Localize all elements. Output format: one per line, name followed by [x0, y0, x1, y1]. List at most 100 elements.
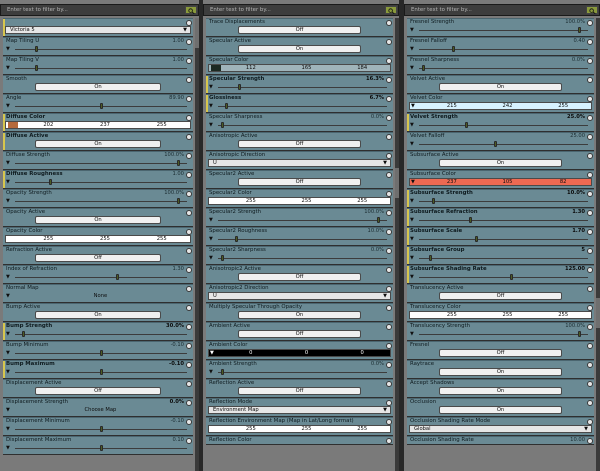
property-value[interactable]: 16.3%: [366, 76, 384, 83]
color-channel-value[interactable]: 82: [535, 179, 591, 185]
color-channel-value[interactable]: 255: [133, 236, 190, 242]
color-picker[interactable]: ▼ 237 105 82: [409, 178, 592, 186]
value-slider[interactable]: ▼: [5, 368, 191, 376]
toggle-button[interactable]: On: [35, 140, 161, 148]
slider-knob[interactable]: [177, 160, 181, 166]
value-slider[interactable]: ▼: [208, 235, 391, 243]
slider-knob[interactable]: [99, 426, 103, 432]
expand-arrow-icon[interactable]: ▼: [410, 198, 414, 204]
value-slider[interactable]: ▼: [5, 45, 191, 53]
expand-arrow-icon[interactable]: ▼: [209, 122, 213, 128]
expand-arrow-icon[interactable]: ▼: [6, 160, 10, 166]
expand-arrow-icon[interactable]: ▼: [410, 255, 414, 261]
toggle-button[interactable]: Off: [439, 349, 562, 357]
slider-knob[interactable]: [578, 27, 582, 33]
expand-arrow-icon[interactable]: ▼: [6, 350, 10, 356]
property-value[interactable]: 0.0%: [170, 399, 184, 406]
slider-knob[interactable]: [99, 445, 103, 451]
toggle-button[interactable]: Off: [35, 254, 161, 262]
value-slider[interactable]: ▼: [208, 254, 391, 262]
value-slider[interactable]: ▼: [409, 64, 592, 72]
color-channel-value[interactable]: 237: [77, 122, 134, 128]
property-value[interactable]: 25.00: [570, 133, 585, 140]
toggle-button[interactable]: On: [439, 159, 562, 167]
property-value[interactable]: 10.0%: [567, 190, 585, 197]
toggle-button[interactable]: On: [439, 83, 562, 91]
slider-knob[interactable]: [422, 65, 426, 71]
slider-knob[interactable]: [99, 103, 103, 109]
property-value[interactable]: 100.0%: [364, 209, 384, 216]
slider-knob[interactable]: [224, 103, 228, 109]
color-swatch[interactable]: [412, 312, 422, 318]
color-channel-value[interactable]: 202: [20, 122, 77, 128]
expand-arrow-icon[interactable]: ▼: [410, 46, 414, 52]
property-value[interactable]: 0.0%: [371, 247, 384, 254]
color-picker[interactable]: ▼ 0 0 0: [208, 349, 391, 357]
expand-arrow-icon[interactable]: ▼: [209, 103, 213, 109]
color-channel-value[interactable]: 255: [20, 236, 77, 242]
slider-knob[interactable]: [452, 46, 456, 52]
property-options-icon[interactable]: [386, 438, 392, 444]
filter-search-icon[interactable]: [185, 6, 197, 14]
property-value[interactable]: 25.0%: [567, 114, 585, 121]
expand-arrow-icon[interactable]: ▼: [6, 445, 10, 451]
toggle-button[interactable]: Off: [439, 292, 562, 300]
color-channel-value[interactable]: 255: [133, 122, 190, 128]
toggle-button[interactable]: Off: [238, 330, 361, 338]
value-slider[interactable]: ▼: [5, 330, 191, 338]
color-channel-value[interactable]: 215: [424, 103, 480, 109]
toggle-button[interactable]: Off: [238, 273, 361, 281]
property-value[interactable]: 100.0%: [164, 152, 184, 159]
expand-arrow-icon[interactable]: ▼: [6, 369, 10, 375]
dropdown-select[interactable]: Victoria 5 ▼: [5, 26, 191, 34]
color-channel-value[interactable]: 255: [424, 312, 480, 318]
property-value[interactable]: 89.90: [169, 95, 184, 102]
value-slider[interactable]: ▼: [208, 368, 391, 376]
dropdown-select[interactable]: Global ▼: [409, 425, 592, 433]
color-picker[interactable]: 255 255 255: [409, 311, 592, 319]
dropdown-select[interactable]: Environment Map ▼: [208, 406, 391, 414]
scrollbar-thumb[interactable]: [395, 168, 399, 198]
toggle-button[interactable]: On: [35, 83, 161, 91]
property-value[interactable]: 0.0%: [371, 114, 384, 121]
dropdown-select[interactable]: U ▼: [208, 159, 391, 167]
expand-arrow-icon[interactable]: ▼: [410, 65, 414, 71]
slider-knob[interactable]: [48, 179, 52, 185]
slider-knob[interactable]: [177, 198, 181, 204]
color-picker[interactable]: 255 255 255: [208, 425, 391, 433]
scrollbar[interactable]: [395, 18, 399, 471]
value-slider[interactable]: ▼: [5, 178, 191, 186]
property-value[interactable]: 100.0%: [565, 323, 585, 330]
filter-input[interactable]: Enter text to filter by...: [411, 7, 472, 13]
property-value[interactable]: 10.0%: [368, 228, 384, 235]
expand-arrow-icon[interactable]: ▼: [6, 331, 10, 337]
filter-input[interactable]: Enter text to filter by...: [210, 7, 271, 13]
property-value[interactable]: 0.0%: [572, 57, 585, 64]
color-channel-value[interactable]: 0: [279, 350, 335, 356]
value-slider[interactable]: ▼: [208, 102, 391, 110]
value-slider[interactable]: ▼: [409, 254, 592, 262]
value-slider[interactable]: ▼: [409, 26, 592, 34]
color-channel-value[interactable]: 255: [223, 198, 279, 204]
property-value[interactable]: -0.10: [171, 418, 184, 425]
color-channel-value[interactable]: 255: [279, 198, 335, 204]
slider-knob[interactable]: [116, 274, 120, 280]
filter-search-icon[interactable]: [385, 6, 397, 14]
expand-arrow-icon[interactable]: ▼: [6, 179, 10, 185]
property-value[interactable]: 1.30: [172, 266, 184, 273]
slider-knob[interactable]: [432, 198, 436, 204]
color-picker[interactable]: 255 255 255: [5, 235, 191, 243]
expand-arrow-icon[interactable]: ▼: [410, 236, 414, 242]
slider-knob[interactable]: [221, 369, 225, 375]
slider-knob[interactable]: [493, 141, 497, 147]
filter-input[interactable]: Enter text to filter by...: [7, 7, 68, 13]
color-swatch[interactable]: [8, 122, 18, 128]
property-value[interactable]: 100.0%: [164, 190, 184, 197]
property-value[interactable]: 0.40: [573, 38, 585, 45]
toggle-button[interactable]: Off: [238, 387, 361, 395]
expand-arrow-icon[interactable]: ▼: [411, 103, 415, 109]
expand-arrow-icon[interactable]: ▼: [6, 426, 10, 432]
expand-arrow-icon[interactable]: ▼: [6, 46, 10, 52]
slider-knob[interactable]: [475, 236, 479, 242]
color-picker[interactable]: 255 255 255: [208, 197, 391, 205]
